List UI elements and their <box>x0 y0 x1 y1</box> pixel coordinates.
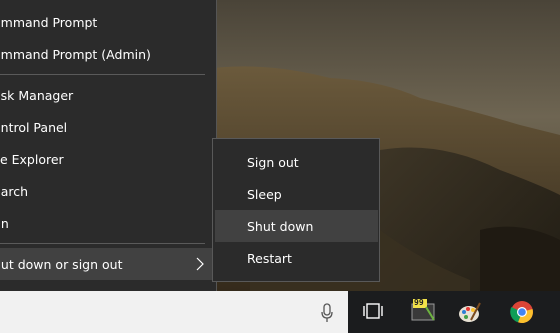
menu-separator <box>0 74 205 75</box>
menu-item-control-panel[interactable]: ontrol Panel <box>0 111 216 143</box>
search-box[interactable] <box>0 291 348 333</box>
menu-item-label: ommand Prompt <box>0 14 98 30</box>
submenu-item-restart[interactable]: Restart <box>215 242 378 274</box>
sticky-notes-icon[interactable]: 99 <box>410 297 436 323</box>
winx-menu: ommand Prompt ommand Prompt (Admin) ask … <box>0 0 217 321</box>
menu-item-label: earch <box>0 183 29 199</box>
sticky-notes-badge: 99 <box>414 298 424 307</box>
menu-item-label: hut down or sign out <box>0 256 123 272</box>
submenu-item-label: Restart <box>247 250 292 266</box>
microphone-icon[interactable] <box>320 303 334 323</box>
menu-item-command-prompt[interactable]: ommand Prompt <box>0 6 216 38</box>
menu-item-task-manager[interactable]: ask Manager <box>0 79 216 111</box>
submenu-item-sign-out[interactable]: Sign out <box>215 146 378 178</box>
submenu-item-label: Sleep <box>247 186 282 202</box>
submenu-item-sleep[interactable]: Sleep <box>215 178 378 210</box>
taskbar-apps: 99 <box>348 291 560 333</box>
submenu-item-shut-down[interactable]: Shut down <box>215 210 378 242</box>
submenu-item-label: Shut down <box>247 218 314 234</box>
paint-icon[interactable] <box>458 300 482 324</box>
menu-item-label: ontrol Panel <box>0 119 68 135</box>
task-view-icon[interactable] <box>362 300 384 322</box>
menu-item-label: ommand Prompt (Admin) <box>0 46 151 62</box>
menu-item-label: ask Manager <box>0 87 74 103</box>
menu-item-command-prompt-admin[interactable]: ommand Prompt (Admin) <box>0 38 216 70</box>
menu-item-file-explorer[interactable]: ile Explorer <box>0 143 216 175</box>
submenu-item-label: Sign out <box>247 154 299 170</box>
menu-item-search[interactable]: earch <box>0 175 216 207</box>
chrome-icon[interactable] <box>510 300 534 324</box>
menu-item-label: un <box>0 215 9 231</box>
menu-item-shut-down-or-sign-out[interactable]: hut down or sign out <box>0 248 216 280</box>
menu-item-run[interactable]: un <box>0 207 216 239</box>
chevron-right-icon <box>196 257 204 271</box>
shutdown-submenu: Sign out Sleep Shut down Restart <box>212 138 380 282</box>
taskbar: 99 <box>0 291 560 333</box>
menu-separator <box>0 243 205 244</box>
menu-item-label: ile Explorer <box>0 151 64 167</box>
